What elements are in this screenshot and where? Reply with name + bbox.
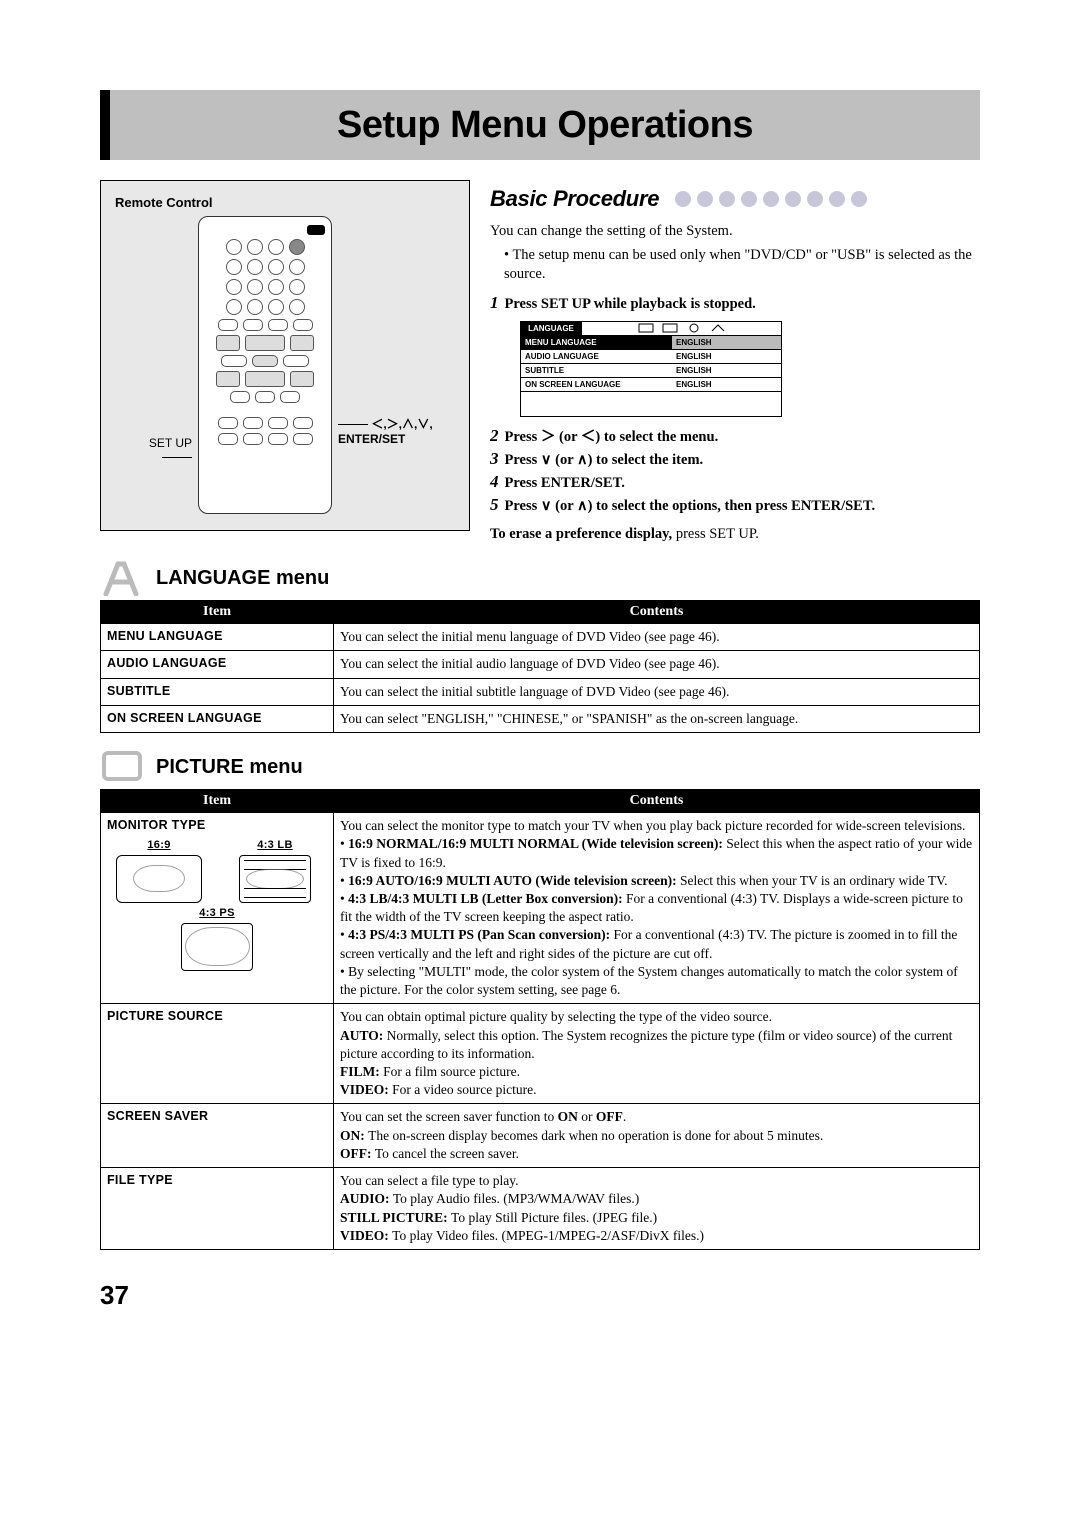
osd-picture-icon (662, 323, 678, 333)
page-title-bar: Setup Menu Operations (100, 90, 980, 160)
osd-other-icon (710, 323, 726, 333)
table-row: MONITOR TYPE 16:9 4:3 LB 4:3 PS You can … (101, 813, 980, 1004)
step-1: Press SET UP while playback is stopped. (505, 296, 756, 312)
basic-bullet: The setup menu can be used only when "DV… (504, 246, 980, 285)
remote-control-label: Remote Control (115, 195, 459, 210)
erase-rest: press SET UP. (676, 526, 759, 542)
table-row: MENU LANGUAGEYou can select the initial … (101, 624, 980, 651)
aspect-diagrams: 16:9 4:3 LB 4:3 PS (107, 838, 327, 971)
basic-procedure-heading: Basic Procedure (490, 186, 659, 212)
picture-menu-heading: PICTURE menu (156, 756, 303, 779)
callout-navigation: ＜,＞,∧,∨, ENTER/SET (338, 417, 433, 446)
page-number: 37 (100, 1280, 980, 1311)
col-contents: Contents (334, 790, 980, 813)
table-row: ON SCREEN LANGUAGEYou can select "ENGLIS… (101, 705, 980, 732)
monitor-intro: You can select the monitor type to match… (340, 818, 965, 833)
page-title: Setup Menu Operations (337, 104, 753, 147)
osd-preview: LANGUAGE MENU LANGUAGEENGLISH AUDIO LANG… (520, 321, 782, 417)
decorative-dots (675, 191, 867, 207)
step-5: Press ∨ (or ∧) to select the options, th… (505, 498, 876, 514)
monitor-type-label: MONITOR TYPE (107, 818, 206, 832)
osd-tab-language: LANGUAGE (521, 322, 582, 335)
language-menu-icon (100, 560, 144, 596)
step-2: Press ＞ (or ＜) to select the menu. (505, 429, 719, 445)
picture-menu-table: Item Contents MONITOR TYPE 16:9 4:3 LB 4… (100, 789, 980, 1250)
step-4: Press ENTER/SET. (505, 475, 625, 491)
picture-menu-icon (100, 749, 144, 785)
language-menu-heading: LANGUAGE menu (156, 567, 329, 590)
step-3: Press ∨ (or ∧) to select the item. (505, 452, 704, 468)
osd-lang-icon (638, 323, 654, 333)
col-item: Item (101, 601, 334, 624)
table-row: SUBTITLEYou can select the initial subti… (101, 678, 980, 705)
table-row: SCREEN SAVER You can set the screen save… (101, 1104, 980, 1168)
table-row: AUDIO LANGUAGEYou can select the initial… (101, 651, 980, 678)
erase-lead: To erase a preference display, (490, 526, 676, 542)
col-contents: Contents (334, 601, 980, 624)
osd-audio-icon (686, 323, 702, 333)
table-row: PICTURE SOURCE You can obtain optimal pi… (101, 1004, 980, 1104)
callout-setup: SET UP (149, 436, 192, 450)
language-menu-table: Item Contents MENU LANGUAGEYou can selec… (100, 600, 980, 733)
basic-intro: You can change the setting of the System… (490, 223, 733, 239)
remote-illustration (198, 216, 332, 514)
table-row: FILE TYPE You can select a file type to … (101, 1168, 980, 1250)
remote-control-box: Remote Control SET UP (100, 180, 470, 531)
col-item: Item (101, 790, 334, 813)
